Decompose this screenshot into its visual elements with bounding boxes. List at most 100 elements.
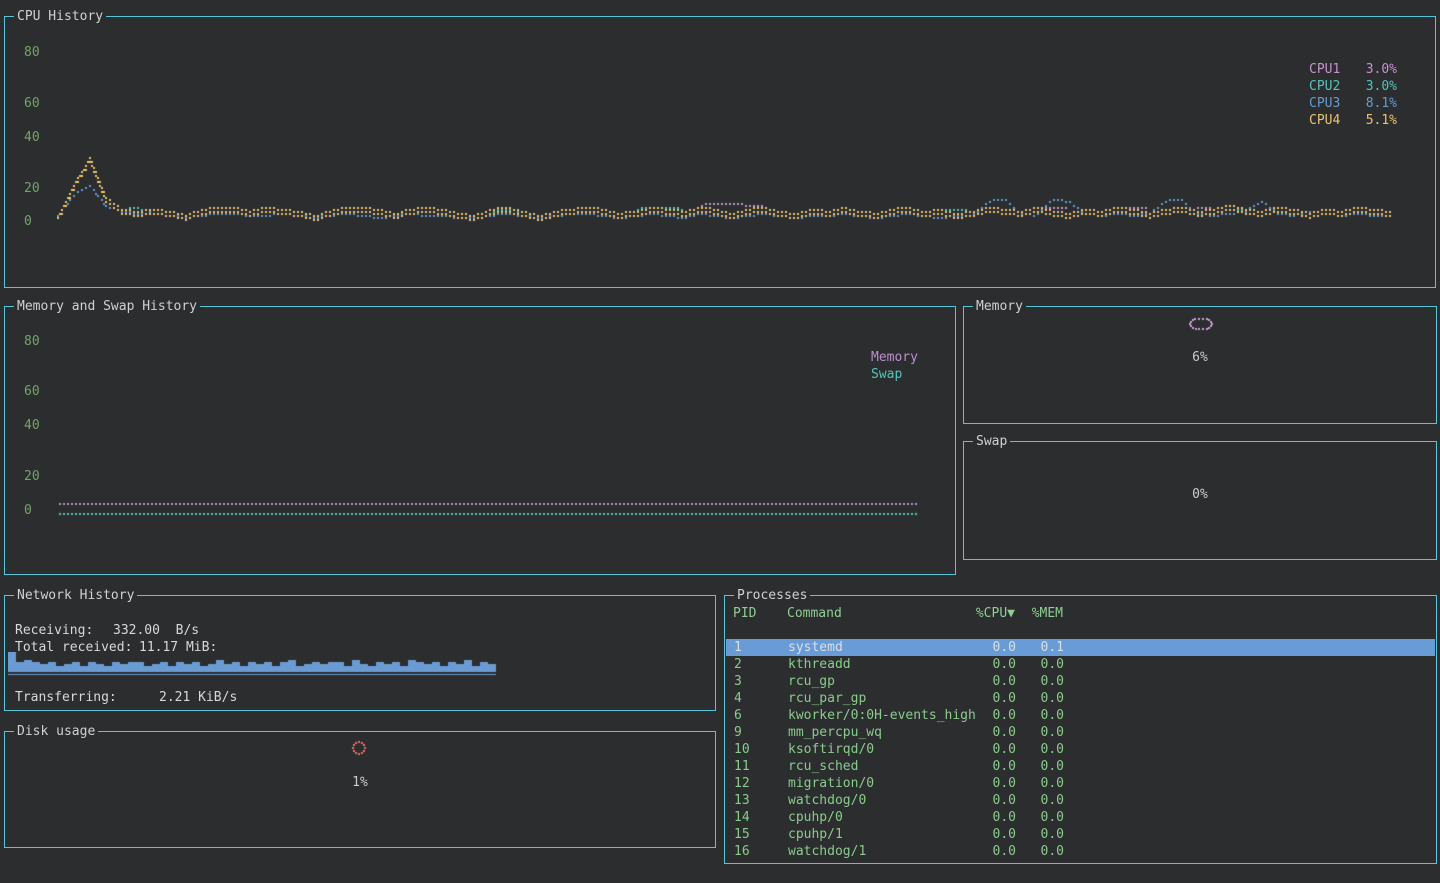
swap-gauge-panel: Swap 0% — [963, 441, 1437, 560]
memory-swap-history-panel: Memory and Swap History 806040200 Memory… — [4, 306, 956, 575]
cpu-history-chart — [57, 31, 1397, 243]
network-history-title: Network History — [14, 587, 137, 604]
process-mem: 0.0 — [1028, 809, 1064, 826]
process-row[interactable]: 6kworker/0:0H-events_high0.00.0 — [726, 707, 1435, 724]
process-pid: 15 — [734, 826, 750, 843]
process-pid: 6 — [734, 707, 742, 724]
column-header-pid[interactable]: PID — [733, 605, 756, 622]
cpu-legend-item: CPU13.0% — [1309, 61, 1397, 78]
process-command: cpuhp/1 — [788, 826, 843, 843]
swap-percent-value: 0% — [964, 486, 1436, 503]
process-mem: 0.0 — [1028, 792, 1064, 809]
cpu-legend-name: CPU2 — [1309, 78, 1353, 95]
y-tick-label: 0 — [24, 213, 32, 230]
process-cpu: 0.0 — [966, 656, 1016, 673]
cpu-history-panel: CPU History 806040200 CPU13.0%CPU23.0%CP… — [4, 16, 1436, 288]
cpu-legend-item: CPU23.0% — [1309, 78, 1397, 95]
cpu-legend-item: CPU38.1% — [1309, 95, 1397, 112]
process-pid: 12 — [734, 775, 750, 792]
process-pid: 14 — [734, 809, 750, 826]
process-cpu: 0.0 — [966, 707, 1016, 724]
process-command: watchdog/0 — [788, 792, 866, 809]
processes-title: Processes — [734, 587, 810, 604]
receiving-value: 332.00 B/s — [113, 622, 199, 639]
process-cpu: 0.0 — [966, 843, 1016, 860]
process-pid: 2 — [734, 656, 742, 673]
disk-usage-title: Disk usage — [14, 723, 98, 740]
swap-gauge-title: Swap — [973, 433, 1010, 450]
cpu-legend-name: CPU3 — [1309, 95, 1353, 112]
process-mem: 0.0 — [1028, 673, 1064, 690]
process-pid: 13 — [734, 792, 750, 809]
network-receive-sparkline — [8, 652, 500, 676]
memory-gauge-title: Memory — [973, 298, 1026, 315]
process-cpu: 0.0 — [966, 724, 1016, 741]
process-mem: 0.0 — [1028, 724, 1064, 741]
process-cpu: 0.0 — [966, 792, 1016, 809]
process-command: watchdog/1 — [788, 843, 866, 860]
process-pid: 9 — [734, 724, 742, 741]
process-row[interactable]: 4rcu_par_gp0.00.0 — [726, 690, 1435, 707]
disk-percent-value: 1% — [5, 774, 715, 791]
y-tick-label: 80 — [24, 44, 40, 61]
memory-donut-gauge — [1188, 316, 1216, 333]
receiving-label: Receiving: — [15, 622, 93, 639]
disk-donut-gauge — [350, 740, 370, 758]
process-row[interactable]: 15 cpuhp/1 0.0 0.0 — [726, 826, 1435, 843]
process-command: rcu_sched — [788, 758, 858, 775]
column-header-command[interactable]: Command — [787, 605, 842, 622]
y-tick-label: 40 — [24, 129, 40, 146]
cpu-legend-value: 3.0% — [1353, 78, 1397, 95]
cpu-legend-name: CPU4 — [1309, 112, 1353, 129]
processes-panel: Processes PID Command %CPU▼ %MEM 1system… — [724, 595, 1437, 864]
process-pid: 1 — [734, 639, 742, 656]
y-tick-label: 60 — [24, 95, 40, 112]
process-pid: 11 — [734, 758, 750, 775]
process-cpu: 0.0 — [966, 775, 1016, 792]
process-command: cpuhp/0 — [788, 809, 843, 826]
process-cpu: 0.0 — [966, 639, 1016, 656]
process-row[interactable]: 10ksoftirqd/00.00.0 — [726, 741, 1435, 758]
process-command: kthreadd — [788, 656, 851, 673]
process-cpu: 0.0 — [966, 758, 1016, 775]
network-history-panel: Network History Receiving: 332.00 B/s To… — [4, 595, 716, 711]
process-command: ksoftirqd/0 — [788, 741, 874, 758]
process-row[interactable]: 12migration/00.00.0 — [726, 775, 1435, 792]
process-mem: 0.0 — [1028, 690, 1064, 707]
process-command: rcu_gp — [788, 673, 835, 690]
process-mem: 0.0 — [1028, 656, 1064, 673]
transferring-value: 2.21 KiB/s — [159, 689, 237, 706]
process-mem: 0.0 — [1028, 826, 1064, 843]
process-pid: 16 — [734, 843, 750, 860]
column-header-mem[interactable]: %MEM — [1027, 605, 1063, 622]
cpu-legend-value: 8.1% — [1353, 95, 1397, 112]
process-row[interactable]: 13 watchdog/0 0.0 0.0 — [726, 792, 1435, 809]
memory-percent-value: 6% — [964, 349, 1436, 366]
transferring-label: Transferring: — [15, 689, 117, 706]
cpu-legend-name: CPU1 — [1309, 61, 1353, 78]
process-command: systemd — [788, 639, 843, 656]
process-mem: 0.0 — [1028, 775, 1064, 792]
process-mem: 0.0 — [1028, 758, 1064, 775]
process-row[interactable]: 9mm_percpu_wq0.00.0 — [726, 724, 1435, 741]
system-monitor-screen: CPU History 806040200 CPU13.0%CPU23.0%CP… — [0, 0, 1440, 883]
process-pid: 10 — [734, 741, 750, 758]
process-command: kworker/0:0H-events_high — [788, 707, 976, 724]
process-row[interactable]: 2 kthreadd 0.0 0.0 — [726, 656, 1435, 673]
process-row[interactable]: 14cpuhp/00.00.0 — [726, 809, 1435, 826]
memory-legend-item: Memory — [871, 349, 918, 366]
process-cpu: 0.0 — [966, 826, 1016, 843]
process-row[interactable]: 11 rcu_sched 0.0 0.0 — [726, 758, 1435, 775]
process-command: rcu_par_gp — [788, 690, 866, 707]
process-row[interactable]: 16watchdog/10.00.0 — [726, 843, 1435, 860]
column-header-cpu-sorted[interactable]: %CPU▼ — [965, 605, 1015, 622]
cpu-legend-item: CPU45.1% — [1309, 112, 1397, 129]
y-tick-label: 20 — [24, 180, 40, 197]
process-row[interactable]: 3rcu_gp0.00.0 — [726, 673, 1435, 690]
process-cpu: 0.0 — [966, 673, 1016, 690]
process-row[interactable]: 1systemd0.00.1 — [726, 639, 1435, 656]
swap-legend-item: Swap — [871, 366, 902, 383]
process-cpu: 0.0 — [966, 690, 1016, 707]
cpu-legend-value: 5.1% — [1353, 112, 1397, 129]
process-mem: 0.0 — [1028, 707, 1064, 724]
